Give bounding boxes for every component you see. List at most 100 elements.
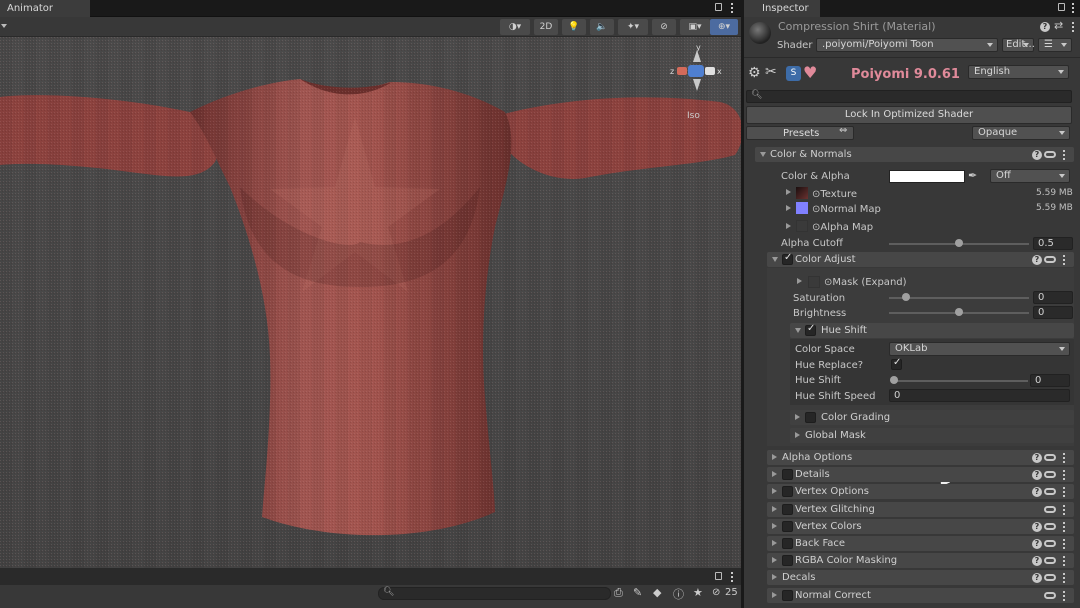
saturation-slider[interactable] [889, 297, 1029, 299]
section-checkbox[interactable] [782, 469, 793, 480]
expand-arrow-icon[interactable] [786, 189, 791, 195]
help-icon[interactable]: ? [1032, 573, 1042, 583]
section-rgba-color-masking[interactable]: RGBA Color Masking? [767, 553, 1074, 568]
mask-slot[interactable] [808, 276, 820, 288]
link-icon[interactable] [1044, 256, 1056, 263]
hue-shift-input[interactable]: 0 [1030, 374, 1070, 387]
gizmo-center-cube[interactable] [688, 65, 704, 77]
hue-replace-checkbox[interactable] [891, 357, 902, 370]
section-checkbox[interactable] [782, 521, 793, 532]
console-icon[interactable]: ⎙ [614, 586, 623, 600]
link-icon[interactable] [1044, 540, 1056, 547]
search-bar[interactable]: 🔍︎ [378, 587, 611, 600]
more-options-icon[interactable] [731, 572, 733, 582]
section-vertex-options[interactable]: Vertex Options? [767, 484, 1074, 499]
link-icon[interactable] [1044, 574, 1056, 581]
alpha-map-slot[interactable] [796, 220, 808, 232]
gizmos-toggle-icon[interactable]: ⊕▾ [710, 19, 738, 35]
link-icon[interactable] [1044, 454, 1056, 461]
help-icon[interactable]: ? [1032, 556, 1042, 566]
lock-icon[interactable] [715, 3, 722, 11]
section-details[interactable]: Details? [767, 467, 1074, 482]
alpha-cutoff-knob[interactable] [955, 239, 963, 247]
section-checkbox[interactable] [782, 538, 793, 549]
gizmo-neg-axis[interactable] [705, 67, 715, 75]
help-icon[interactable]: ? [1032, 522, 1042, 532]
heart-icon[interactable]: ♥ [803, 63, 817, 82]
help-icon[interactable]: ? [1040, 22, 1050, 32]
link-icon[interactable] [1044, 506, 1056, 513]
presets-adjust-icon[interactable]: ⇔ [839, 125, 847, 136]
help-icon[interactable]: ? [1032, 470, 1042, 480]
hue-shift-slider[interactable] [892, 380, 1028, 382]
help-icon[interactable]: ? [1032, 150, 1042, 160]
color-swatch[interactable] [889, 170, 965, 183]
link-icon[interactable] [1044, 151, 1056, 158]
settings-icon[interactable]: ⇄ [1054, 19, 1063, 32]
dropdown-arrow-icon[interactable] [1, 24, 7, 28]
lock-optimized-button[interactable]: Lock In Optimized Shader [746, 106, 1072, 124]
more-options-icon[interactable] [1072, 22, 1074, 32]
paint-icon[interactable]: ✎ [633, 586, 642, 599]
camera-settings-icon[interactable]: ▣▾ [680, 19, 710, 35]
lock-icon[interactable] [715, 572, 722, 580]
more-options-icon[interactable] [1063, 505, 1065, 515]
gizmo-x-axis-cone[interactable] [677, 67, 687, 75]
shading-mode-button[interactable]: ◑▾ [500, 19, 530, 35]
alpha-cutoff-input[interactable]: 0.5 [1033, 237, 1073, 250]
section-hue-shift[interactable]: Hue Shift [790, 323, 1074, 338]
render-mode-dropdown[interactable]: Opaque [972, 126, 1070, 140]
more-options-icon[interactable] [1063, 453, 1065, 463]
section-back-face[interactable]: Back Face? [767, 536, 1074, 551]
more-options-icon[interactable] [1063, 522, 1065, 532]
more-options-icon[interactable] [1063, 573, 1065, 583]
section-alpha-options[interactable]: Alpha Options? [767, 450, 1074, 465]
info-icon[interactable]: ⓘ [673, 586, 684, 602]
hidden-objects-icon[interactable]: ⊘ [652, 19, 676, 35]
section-color-adjust[interactable]: Color Adjust ? [767, 252, 1074, 267]
hue-shift-checkbox[interactable] [805, 323, 816, 336]
section-checkbox[interactable] [782, 590, 793, 601]
lighting-toggle-icon[interactable]: 💡 [562, 19, 586, 35]
more-options-icon[interactable] [731, 3, 733, 13]
brightness-knob[interactable] [955, 308, 963, 316]
expand-arrow-icon[interactable] [786, 223, 791, 229]
color-grading-checkbox[interactable] [805, 412, 816, 423]
brightness-input[interactable]: 0 [1033, 306, 1073, 319]
saturation-knob[interactable] [902, 293, 910, 301]
link-icon[interactable] [1044, 488, 1056, 495]
section-vertex-colors[interactable]: Vertex Colors? [767, 519, 1074, 534]
section-decals[interactable]: Decals? [767, 570, 1074, 585]
help-icon[interactable]: ? [1032, 255, 1042, 265]
color-adjust-checkbox[interactable] [782, 252, 793, 265]
more-options-icon[interactable] [1072, 3, 1074, 13]
link-icon[interactable] [1044, 592, 1056, 599]
hue-shift-knob[interactable] [890, 376, 898, 384]
presets-button[interactable]: Presets [746, 126, 854, 140]
saturation-input[interactable]: 0 [1033, 291, 1073, 304]
gizmo-neg-y-cone[interactable] [693, 79, 701, 91]
language-dropdown[interactable]: English [968, 65, 1069, 79]
link-icon[interactable] [1044, 523, 1056, 530]
2d-toggle-button[interactable]: 2D [534, 19, 558, 35]
edit-shader-button[interactable]: Edit... [1002, 38, 1035, 52]
lock-icon[interactable] [1058, 3, 1065, 11]
expand-arrow-icon[interactable] [797, 278, 802, 284]
more-options-icon[interactable] [1063, 487, 1065, 497]
tab-animator[interactable]: Animator [0, 0, 90, 17]
tab-inspector[interactable]: Inspector [744, 0, 820, 17]
tag-icon[interactable]: ◆ [653, 586, 661, 599]
color-space-dropdown[interactable]: OKLab [889, 342, 1070, 356]
more-options-icon[interactable] [1063, 255, 1065, 265]
section-checkbox[interactable] [782, 504, 793, 515]
more-options-icon[interactable] [1063, 539, 1065, 549]
audio-toggle-icon[interactable]: 🔈 [590, 19, 614, 35]
color-alpha-mode-dropdown[interactable]: Off [990, 169, 1070, 183]
section-color-grading[interactable]: Color Grading [790, 410, 1074, 425]
effects-toggle-icon[interactable]: ✦▾ [618, 19, 648, 35]
shader-dropdown[interactable]: .poiyomi/Poiyomi Toon [816, 38, 998, 52]
normal-map-thumbnail[interactable] [796, 202, 808, 214]
gear-icon[interactable]: ⚙ [748, 65, 761, 81]
search-input[interactable]: 🔍︎ [746, 90, 1072, 103]
link-icon[interactable] [1044, 471, 1056, 478]
